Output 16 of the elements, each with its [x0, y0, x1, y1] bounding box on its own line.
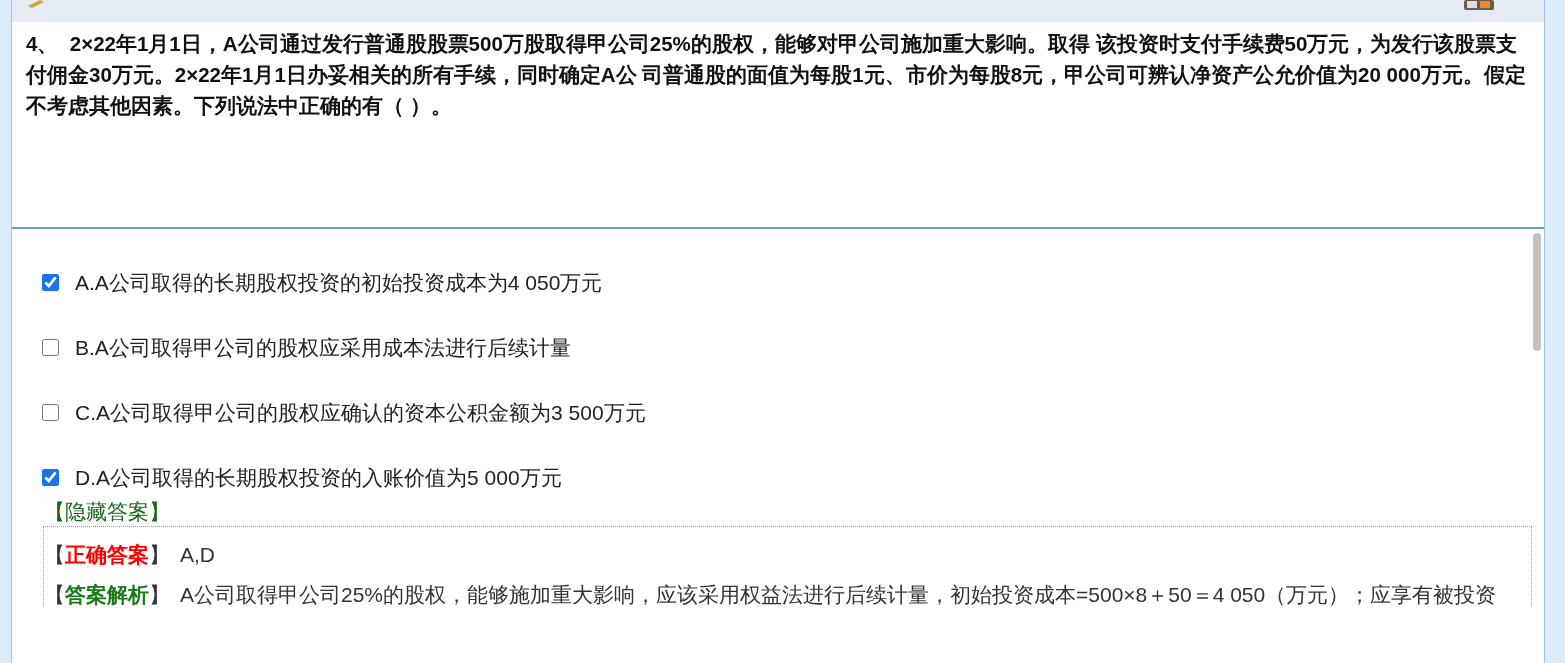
answer-heading: 【正确答案】 — [44, 542, 170, 568]
option-label[interactable]: D.A公司取得的长期股权投资的入账价值为5 000万元 — [75, 463, 562, 492]
option-checkbox[interactable] — [42, 469, 59, 486]
analysis-heading: 【答案解析】 — [44, 582, 170, 606]
option-checkbox[interactable] — [42, 404, 59, 421]
answer-value: A,D — [180, 543, 215, 567]
option-checkbox[interactable] — [42, 339, 59, 356]
question-text: 4、 2×22年1月1日，A公司通过发行普通股股票500万股取得甲公司25%的股权，能够对甲公司施加重大影响。取得 该投资时支付手续费50万元，为发行该股票支付佣金30万元。2×22年1月1日办妥相关的所有手续，同时确定A公 司普通股的面值为每股1元、市价为每股8元，甲公司可辨认净资产公允价值为20 000万元。假定不考虑其他因素。下列说法中正确的有（ ）。 — [26, 31, 1527, 119]
hide-answer-link[interactable]: 【隐藏答案】 — [44, 498, 1532, 526]
option-label[interactable]: B.A公司取得甲公司的股权应采用成本法进行后续计量 — [75, 333, 571, 362]
option-checkbox[interactable] — [42, 274, 59, 291]
calculator-icon[interactable] — [1464, 0, 1494, 10]
option-label[interactable]: A.A公司取得的长期股权投资的初始投资成本为4 050万元 — [75, 268, 603, 297]
option-label[interactable]: C.A公司取得甲公司的股权应确认的资本公积金额为3 500万元 — [75, 398, 646, 427]
pencil-icon — [28, 0, 44, 8]
analysis-text: A公司取得甲公司25%的股权，能够施加重大影响，应该采用权益法进行后续计量，初始投资成本=500×8＋50＝4 050（万元）；应享有被投资 — [180, 582, 1497, 606]
